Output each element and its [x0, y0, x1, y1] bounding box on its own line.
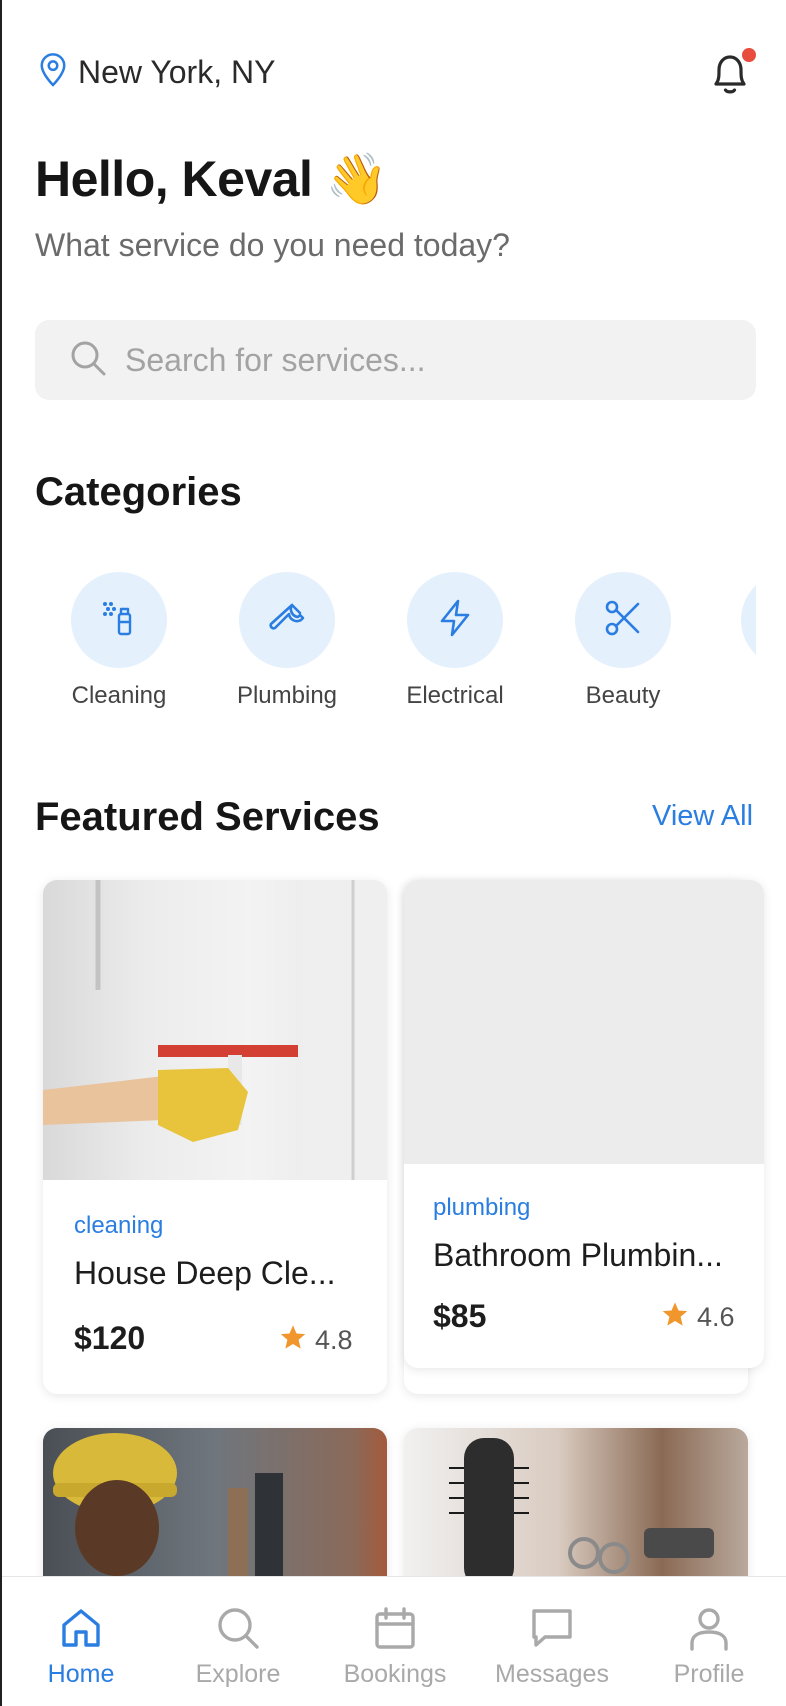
greeting-title: Hello, Keval 👋: [35, 151, 388, 207]
category-circle: [741, 572, 756, 668]
category-circle: [239, 572, 335, 668]
nav-label: Explore: [195, 1660, 281, 1688]
nav-bookings[interactable]: Bookings: [320, 1605, 470, 1689]
view-all-link[interactable]: View All: [652, 800, 753, 833]
app-screen: New York, NY Hello, Keval 👋 What service…: [0, 0, 786, 1706]
featured-title: Featured Services: [35, 795, 380, 839]
categories-row: Cleaning Plumbing Electrical Beauty: [2, 572, 756, 712]
service-price: $85: [433, 1298, 487, 1334]
category-plumbing[interactable]: Plumbing: [232, 572, 342, 710]
category-electrical[interactable]: Electrical: [400, 572, 510, 710]
category-partial[interactable]: [734, 572, 756, 668]
star-icon: [661, 1300, 689, 1335]
rating-value: 4.6: [697, 1302, 735, 1332]
service-rating: 4.8: [279, 1323, 353, 1358]
search-input[interactable]: Search for services...: [35, 320, 756, 400]
notification-badge: [742, 48, 756, 62]
service-price: $120: [74, 1320, 146, 1356]
user-icon: [686, 1605, 732, 1656]
home-icon: [58, 1605, 104, 1656]
category-cleaning[interactable]: Cleaning: [64, 572, 174, 710]
bottom-nav: Home Explore Bookings Messages Profile: [2, 1576, 786, 1706]
service-rating: 4.6: [661, 1300, 735, 1335]
nav-label: Profile: [673, 1660, 745, 1688]
location-pin-icon: [38, 52, 68, 93]
nav-label: Bookings: [343, 1660, 447, 1688]
nav-label: Home: [47, 1660, 115, 1688]
service-image: [404, 880, 764, 1164]
categories-title: Categories: [35, 470, 242, 514]
category-label: Cleaning: [71, 682, 167, 709]
location-selector[interactable]: New York, NY: [38, 52, 275, 93]
service-card-plumbing[interactable]: plumbing Bathroom Plumbin... $85 4.6: [404, 880, 764, 1368]
nav-profile[interactable]: Profile: [634, 1605, 784, 1689]
nav-explore[interactable]: Explore: [163, 1605, 313, 1689]
category-label: Beauty: [585, 682, 661, 709]
search-icon: [69, 339, 107, 382]
nav-messages[interactable]: Messages: [477, 1605, 627, 1689]
calendar-icon: [372, 1605, 418, 1656]
service-card-cleaning[interactable]: cleaning House Deep Cle... $120 4.8: [43, 880, 387, 1394]
scissors-icon: [601, 596, 645, 645]
nav-label: Messages: [495, 1660, 609, 1688]
service-image: [43, 880, 387, 1180]
service-title: Bathroom Plumbin...: [433, 1237, 723, 1273]
category-circle: [575, 572, 671, 668]
category-circle: [71, 572, 167, 668]
rating-value: 4.8: [315, 1325, 353, 1355]
star-icon: [279, 1323, 307, 1358]
lightning-icon: [433, 596, 477, 645]
category-circle: [407, 572, 503, 668]
service-category: cleaning: [74, 1212, 164, 1239]
search-icon: [215, 1605, 261, 1656]
spray-bottle-icon: [97, 596, 141, 645]
location-text: New York, NY: [78, 54, 276, 90]
category-label: Electrical: [406, 682, 504, 709]
nav-home[interactable]: Home: [6, 1605, 156, 1689]
greeting-subtitle: What service do you need today?: [35, 227, 510, 263]
category-beauty[interactable]: Beauty: [568, 572, 678, 710]
search-placeholder: Search for services...: [125, 341, 426, 378]
chat-icon: [529, 1605, 575, 1656]
service-category: plumbing: [433, 1194, 531, 1221]
service-title: House Deep Cle...: [74, 1255, 336, 1291]
wrench-icon: [265, 596, 309, 645]
category-label: Plumbing: [236, 682, 338, 709]
